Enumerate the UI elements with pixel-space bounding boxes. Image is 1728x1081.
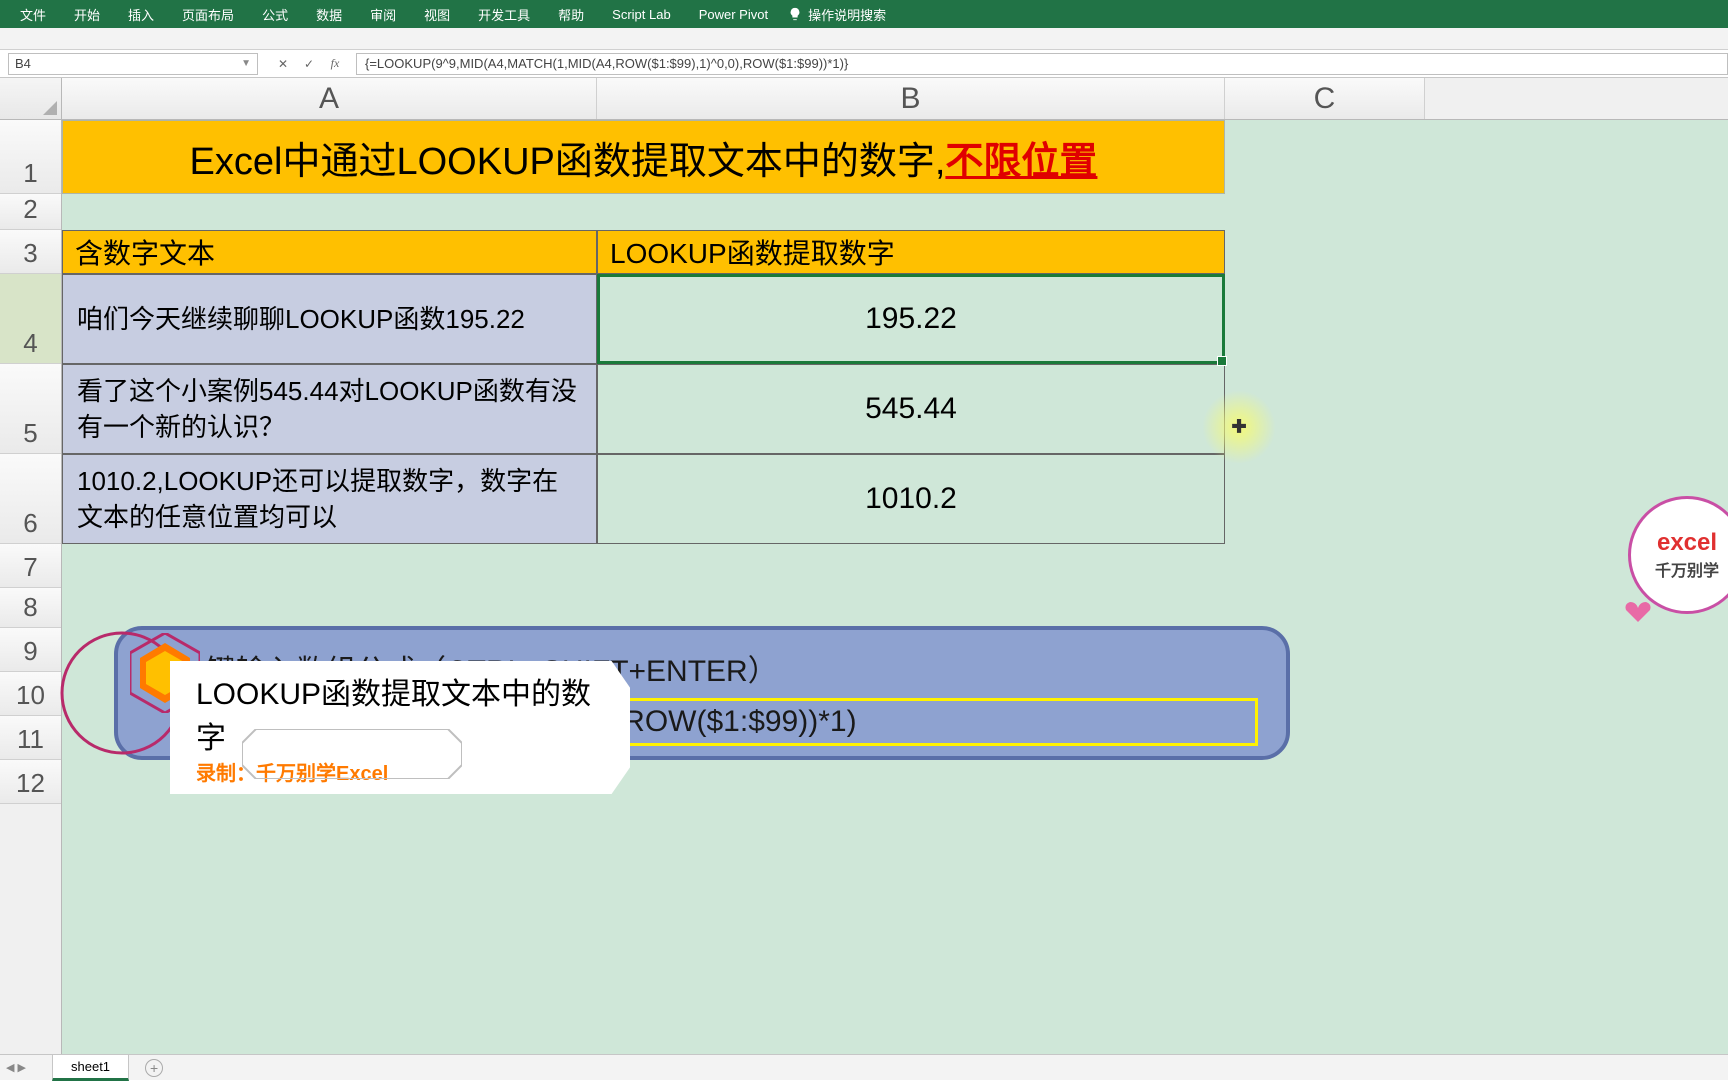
watermark-line1: excel [1657,529,1717,557]
cell-A5[interactable]: 看了这个小案例545.44对LOOKUP函数有没有一个新的认识？ [62,364,597,454]
cells-grid: Excel中通过LOOKUP函数提取文本中的数字,不限位置 含数字文本 LOOK… [62,120,1728,1054]
bulb-icon [788,7,802,21]
ribbon-tab-data[interactable]: 数据 [302,1,356,28]
ribbon-tab-devtools[interactable]: 开发工具 [464,1,544,28]
cancel-icon[interactable]: ✕ [270,57,296,71]
cell-B5[interactable]: 545.44 [597,364,1225,454]
cell-B6[interactable]: 1010.2 [597,454,1225,544]
title-black: Excel中通过LOOKUP函数提取文本中的数字, [190,130,946,185]
row-header-1[interactable]: 1 [0,120,61,194]
header-B3[interactable]: LOOKUP函数提取数字 [597,230,1225,274]
cursor-highlight: ✚ [1202,390,1276,464]
fx-icon[interactable]: fx [322,56,348,71]
cell-A6[interactable]: 1010.2,LOOKUP还可以提取数字，数字在文本的任意位置均可以 [62,454,597,544]
ribbon-tab-file[interactable]: 文件 [6,1,60,28]
sheet-tabs-bar: ◀ ▶ sheet1 + [0,1054,1728,1080]
col-header-B[interactable]: B [597,78,1225,119]
row-header-2[interactable]: 2 [0,194,61,230]
row-header-3[interactable]: 3 [0,230,61,274]
cursor-plus-icon: ✚ [1231,417,1246,438]
formula-input[interactable]: {=LOOKUP(9^9,MID(A4,MATCH(1,MID(A4,ROW($… [356,53,1728,75]
header-A3[interactable]: 含数字文本 [62,230,597,274]
tell-me-placeholder: 操作说明搜索 [808,5,886,24]
column-headers: A B C [0,78,1728,120]
col-header-C[interactable]: C [1225,78,1425,119]
row-header-12[interactable]: 12 [0,760,61,804]
col-header-A[interactable]: A [62,78,597,119]
sheet-tab-1[interactable]: sheet1 [52,1054,129,1081]
row-header-7[interactable]: 7 [0,544,61,588]
ribbon-tab-formulas[interactable]: 公式 [248,1,302,28]
formula-bar: B4 ▼ ✕ ✓ fx {=LOOKUP(9^9,MID(A4,MATCH(1,… [0,50,1728,78]
title-cell[interactable]: Excel中通过LOOKUP函数提取文本中的数字,不限位置 [62,120,1225,194]
confirm-icon[interactable]: ✓ [296,57,322,71]
formula-bar-buttons: ✕ ✓ fx [262,56,356,71]
watermark-line2: 千万别学 [1655,557,1719,581]
ribbon-tab-scriptlab[interactable]: Script Lab [598,3,685,26]
row-header-5[interactable]: 5 [0,364,61,454]
select-all-corner[interactable] [0,78,62,119]
ribbon-tab-layout[interactable]: 页面布局 [168,1,248,28]
name-box[interactable]: B4 ▼ [8,53,258,75]
ribbon-tab-powerpivot[interactable]: Power Pivot [685,3,782,26]
row-header-8[interactable]: 8 [0,588,61,628]
small-hexagon-icon [242,729,462,782]
row-header-6[interactable]: 6 [0,454,61,544]
ribbon-tab-insert[interactable]: 插入 [114,1,168,28]
row-headers: 1 2 3 4 5 6 7 8 9 10 11 12 [0,120,62,1054]
ribbon-menu: 文件 开始 插入 页面布局 公式 数据 审阅 视图 开发工具 帮助 Script… [0,0,1728,28]
ribbon-tab-view[interactable]: 视图 [410,1,464,28]
ribbon-tab-help[interactable]: 帮助 [544,1,598,28]
ribbon-toolstrip [0,28,1728,50]
sheet-nav-icons[interactable]: ◀ ▶ [6,1061,26,1074]
video-banner: LOOKUP函数提取文本中的数字 录制：千万别学Excel [60,647,630,759]
worksheet-area[interactable]: A B C 1 2 3 4 5 6 7 8 9 10 11 12 Excel中通… [0,78,1728,1054]
title-red: 不限位置 [945,130,1097,185]
tell-me-search[interactable]: 操作说明搜索 [788,5,886,24]
row-header-4[interactable]: 4 [0,274,61,364]
add-sheet-button[interactable]: + [145,1059,163,1077]
channel-watermark: excel 千万别学 [1618,488,1728,628]
cell-B4[interactable]: 195.22 [597,274,1225,364]
ribbon-tab-home[interactable]: 开始 [60,1,114,28]
name-box-dropdown-icon[interactable]: ▼ [241,58,251,69]
cell-A4[interactable]: 咱们今天继续聊聊LOOKUP函数195.22 [62,274,597,364]
heart-icon [1624,600,1652,624]
formula-text: {=LOOKUP(9^9,MID(A4,MATCH(1,MID(A4,ROW($… [365,56,848,71]
ribbon-tab-review[interactable]: 审阅 [356,1,410,28]
name-box-value: B4 [15,56,31,71]
